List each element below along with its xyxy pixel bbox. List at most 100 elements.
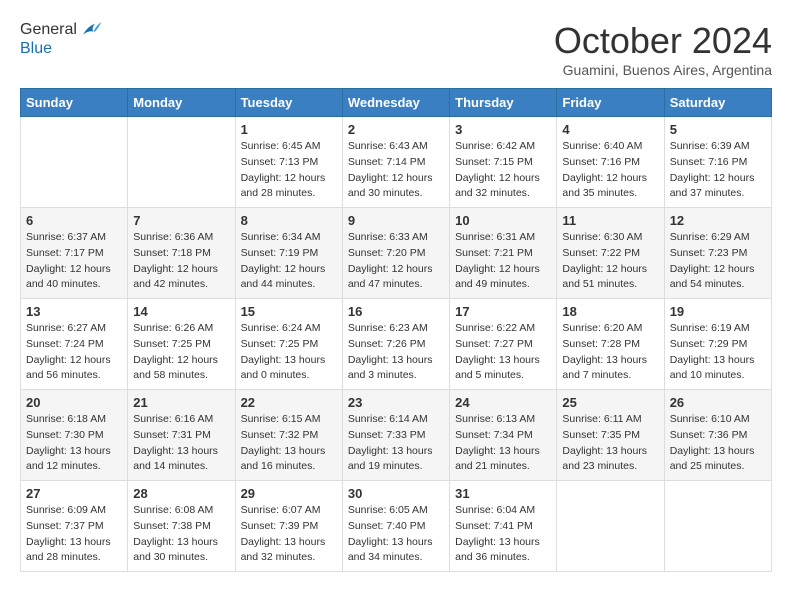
calendar-week-row: 27Sunrise: 6:09 AM Sunset: 7:37 PM Dayli… <box>21 481 772 572</box>
weekday-header-wednesday: Wednesday <box>342 89 449 117</box>
day-number: 17 <box>455 304 551 319</box>
calendar-cell: 15 Sunrise: 6:24 AM Sunset: 7:25 PM Dayli… <box>235 299 342 390</box>
day-info: Sunrise: 6:14 AM Sunset: 7:33 PM Dayligh… <box>348 412 444 475</box>
day-number: 19 <box>670 304 766 319</box>
day-info: Sunrise: 6:05 AM Sunset: 7:40 PM Dayligh… <box>348 503 444 566</box>
day-number: 2 <box>348 122 444 137</box>
calendar-cell: 17 Sunrise: 6:22 AM Sunset: 7:27 PM Dayli… <box>450 299 557 390</box>
day-info: Sunrise: 6:24 AM Sunset: 7:25 PM Dayligh… <box>241 321 337 384</box>
day-number: 28 <box>133 486 229 501</box>
day-info: Sunrise: 6:15 AM Sunset: 7:32 PM Dayligh… <box>241 412 337 475</box>
calendar-cell: 14 Sunrise: 6:26 AM Sunset: 7:25 PM Dayli… <box>128 299 235 390</box>
weekday-header-row: SundayMondayTuesdayWednesdayThursdayFrid… <box>21 89 772 117</box>
day-info: Sunrise: 6:34 AM Sunset: 7:19 PM Dayligh… <box>241 230 337 293</box>
calendar-week-row: 1Sunrise: 6:45 AM Sunset: 7:13 PM Daylig… <box>21 117 772 208</box>
calendar-cell: 24 Sunrise: 6:13 AM Sunset: 7:34 PM Dayli… <box>450 390 557 481</box>
calendar-cell: 18 Sunrise: 6:20 AM Sunset: 7:28 PM Dayli… <box>557 299 664 390</box>
day-info: Sunrise: 6:31 AM Sunset: 7:21 PM Dayligh… <box>455 230 551 293</box>
day-number: 10 <box>455 213 551 228</box>
day-info: Sunrise: 6:29 AM Sunset: 7:23 PM Dayligh… <box>670 230 766 293</box>
day-info: Sunrise: 6:43 AM Sunset: 7:14 PM Dayligh… <box>348 139 444 202</box>
calendar-cell: 1Sunrise: 6:45 AM Sunset: 7:13 PM Daylig… <box>235 117 342 208</box>
location-text: Guamini, Buenos Aires, Argentina <box>554 62 772 78</box>
day-number: 6 <box>26 213 122 228</box>
month-title: October 2024 <box>554 20 772 62</box>
day-info: Sunrise: 6:23 AM Sunset: 7:26 PM Dayligh… <box>348 321 444 384</box>
day-info: Sunrise: 6:39 AM Sunset: 7:16 PM Dayligh… <box>670 139 766 202</box>
calendar-cell: 9Sunrise: 6:33 AM Sunset: 7:20 PM Daylig… <box>342 208 449 299</box>
day-number: 3 <box>455 122 551 137</box>
day-number: 24 <box>455 395 551 410</box>
calendar-cell: 16 Sunrise: 6:23 AM Sunset: 7:26 PM Dayli… <box>342 299 449 390</box>
logo-blue-text: Blue <box>20 40 103 58</box>
weekday-header-sunday: Sunday <box>21 89 128 117</box>
day-number: 14 <box>133 304 229 319</box>
calendar-cell: 29Sunrise: 6:07 AM Sunset: 7:39 PM Dayli… <box>235 481 342 572</box>
day-number: 11 <box>562 213 658 228</box>
day-info: Sunrise: 6:30 AM Sunset: 7:22 PM Dayligh… <box>562 230 658 293</box>
day-info: Sunrise: 6:13 AM Sunset: 7:34 PM Dayligh… <box>455 412 551 475</box>
calendar-week-row: 13 Sunrise: 6:27 AM Sunset: 7:24 PM Dayli… <box>21 299 772 390</box>
day-info: Sunrise: 6:26 AM Sunset: 7:25 PM Dayligh… <box>133 321 229 384</box>
day-info: Sunrise: 6:45 AM Sunset: 7:13 PM Dayligh… <box>241 139 337 202</box>
day-info: Sunrise: 6:16 AM Sunset: 7:31 PM Dayligh… <box>133 412 229 475</box>
calendar-cell: 23 Sunrise: 6:14 AM Sunset: 7:33 PM Dayli… <box>342 390 449 481</box>
day-number: 18 <box>562 304 658 319</box>
day-number: 16 <box>348 304 444 319</box>
day-number: 7 <box>133 213 229 228</box>
day-info: Sunrise: 6:36 AM Sunset: 7:18 PM Dayligh… <box>133 230 229 293</box>
calendar-cell: 31 Sunrise: 6:04 AM Sunset: 7:41 PM Dayli… <box>450 481 557 572</box>
calendar-cell <box>557 481 664 572</box>
day-number: 15 <box>241 304 337 319</box>
calendar-cell <box>21 117 128 208</box>
calendar-cell: 4 Sunrise: 6:40 AM Sunset: 7:16 PM Daylig… <box>557 117 664 208</box>
calendar-cell: 22 Sunrise: 6:15 AM Sunset: 7:32 PM Dayli… <box>235 390 342 481</box>
day-number: 4 <box>562 122 658 137</box>
weekday-header-saturday: Saturday <box>664 89 771 117</box>
day-number: 21 <box>133 395 229 410</box>
day-info: Sunrise: 6:09 AM Sunset: 7:37 PM Dayligh… <box>26 503 122 566</box>
day-info: Sunrise: 6:04 AM Sunset: 7:41 PM Dayligh… <box>455 503 551 566</box>
calendar-cell <box>664 481 771 572</box>
weekday-header-friday: Friday <box>557 89 664 117</box>
day-number: 9 <box>348 213 444 228</box>
calendar-cell: 28 Sunrise: 6:08 AM Sunset: 7:38 PM Dayli… <box>128 481 235 572</box>
day-info: Sunrise: 6:42 AM Sunset: 7:15 PM Dayligh… <box>455 139 551 202</box>
calendar-week-row: 20Sunrise: 6:18 AM Sunset: 7:30 PM Dayli… <box>21 390 772 481</box>
day-info: Sunrise: 6:10 AM Sunset: 7:36 PM Dayligh… <box>670 412 766 475</box>
calendar-cell: 2 Sunrise: 6:43 AM Sunset: 7:14 PM Daylig… <box>342 117 449 208</box>
weekday-header-monday: Monday <box>128 89 235 117</box>
calendar-cell: 3 Sunrise: 6:42 AM Sunset: 7:15 PM Daylig… <box>450 117 557 208</box>
day-number: 5 <box>670 122 766 137</box>
calendar-cell: 5 Sunrise: 6:39 AM Sunset: 7:16 PM Daylig… <box>664 117 771 208</box>
weekday-header-tuesday: Tuesday <box>235 89 342 117</box>
day-info: Sunrise: 6:07 AM Sunset: 7:39 PM Dayligh… <box>241 503 337 566</box>
logo-general-text: General <box>20 21 77 39</box>
calendar-cell: 27Sunrise: 6:09 AM Sunset: 7:37 PM Dayli… <box>21 481 128 572</box>
day-number: 8 <box>241 213 337 228</box>
calendar-cell: 6Sunrise: 6:37 AM Sunset: 7:17 PM Daylig… <box>21 208 128 299</box>
day-info: Sunrise: 6:22 AM Sunset: 7:27 PM Dayligh… <box>455 321 551 384</box>
calendar-cell: 12 Sunrise: 6:29 AM Sunset: 7:23 PM Dayli… <box>664 208 771 299</box>
day-number: 12 <box>670 213 766 228</box>
title-block: October 2024 Guamini, Buenos Aires, Arge… <box>554 20 772 78</box>
calendar-cell: 10 Sunrise: 6:31 AM Sunset: 7:21 PM Dayli… <box>450 208 557 299</box>
day-number: 30 <box>348 486 444 501</box>
day-number: 23 <box>348 395 444 410</box>
calendar-cell: 8 Sunrise: 6:34 AM Sunset: 7:19 PM Daylig… <box>235 208 342 299</box>
day-number: 31 <box>455 486 551 501</box>
day-info: Sunrise: 6:40 AM Sunset: 7:16 PM Dayligh… <box>562 139 658 202</box>
day-number: 22 <box>241 395 337 410</box>
day-number: 25 <box>562 395 658 410</box>
day-info: Sunrise: 6:08 AM Sunset: 7:38 PM Dayligh… <box>133 503 229 566</box>
day-number: 13 <box>26 304 122 319</box>
page-header: General Blue October 2024 Guamini, Bueno… <box>20 20 772 78</box>
day-info: Sunrise: 6:27 AM Sunset: 7:24 PM Dayligh… <box>26 321 122 384</box>
calendar-cell <box>128 117 235 208</box>
calendar-cell: 13 Sunrise: 6:27 AM Sunset: 7:24 PM Dayli… <box>21 299 128 390</box>
weekday-header-thursday: Thursday <box>450 89 557 117</box>
calendar-cell: 7 Sunrise: 6:36 AM Sunset: 7:18 PM Daylig… <box>128 208 235 299</box>
day-info: Sunrise: 6:11 AM Sunset: 7:35 PM Dayligh… <box>562 412 658 475</box>
calendar-table: SundayMondayTuesdayWednesdayThursdayFrid… <box>20 88 772 572</box>
day-info: Sunrise: 6:20 AM Sunset: 7:28 PM Dayligh… <box>562 321 658 384</box>
